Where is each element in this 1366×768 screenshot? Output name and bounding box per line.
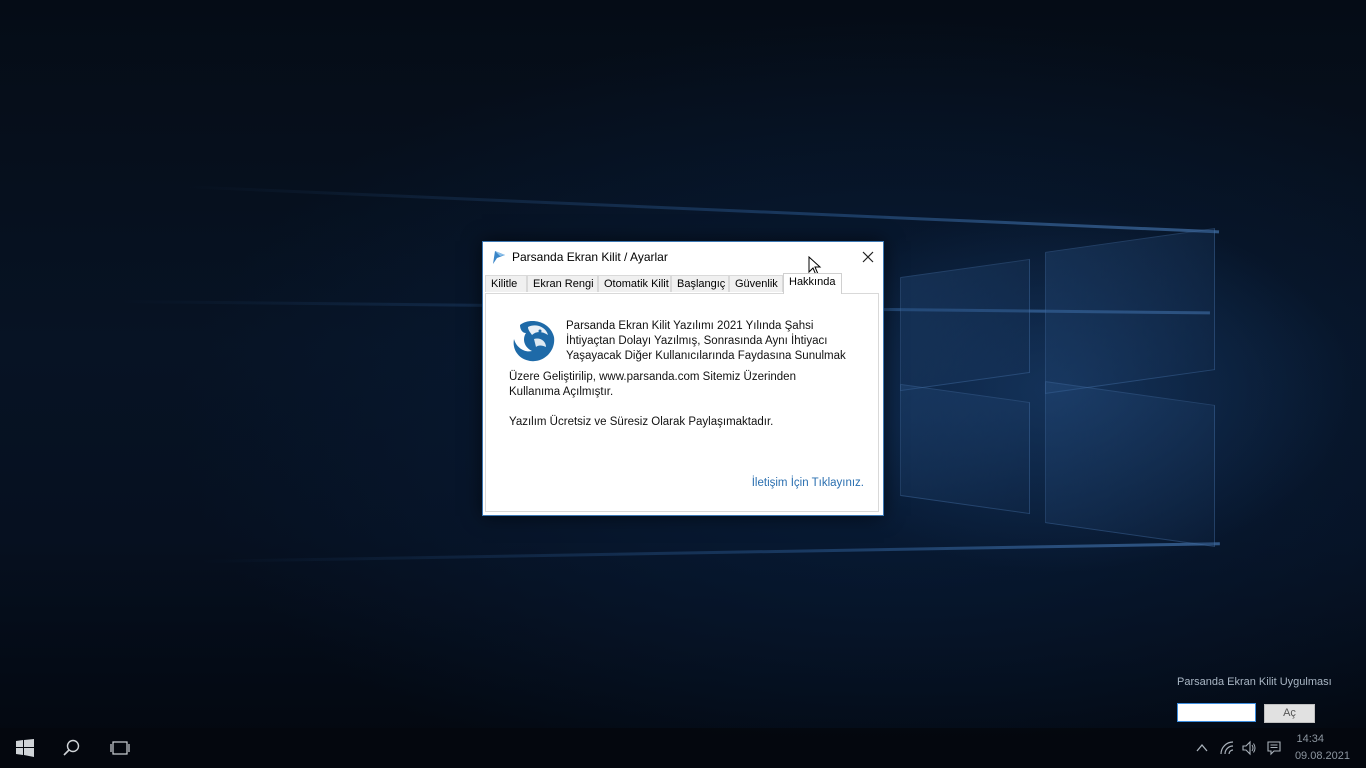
about-line-2: İhtiyaçtan Dolayı Yazılmış, Sonrasında A… (566, 335, 828, 347)
contact-link[interactable]: İletişim İçin Tıklayınız. (752, 477, 864, 489)
clock-time[interactable]: 14:34 (1296, 733, 1324, 745)
close-icon (862, 251, 874, 263)
windows-start-icon[interactable] (15, 738, 35, 758)
tab-kilitle[interactable]: Kilitle (485, 275, 527, 292)
tab-ekran-rengi[interactable]: Ekran Rengi (527, 275, 598, 292)
close-button[interactable] (853, 242, 883, 272)
tab-guvenlik[interactable]: Güvenlik (729, 275, 783, 292)
about-line-1: Parsanda Ekran Kilit Yazılımı 2021 Yılın… (566, 320, 814, 332)
volume-icon[interactable] (1241, 740, 1257, 756)
tab-hakkinda[interactable]: Hakkında (783, 273, 842, 294)
about-free-text: Yazılım Ücretsiz ve Süresiz Olarak Payla… (509, 416, 774, 428)
password-input[interactable] (1177, 703, 1256, 722)
clock-date[interactable]: 09.08.2021 (1295, 750, 1350, 762)
wallpaper-light-beam (199, 542, 1220, 563)
about-line-4: Üzere Geliştirilip, www.parsanda.com Sit… (509, 371, 796, 383)
task-view-icon[interactable] (110, 738, 130, 758)
notification-icon[interactable] (1266, 740, 1282, 756)
chevron-up-icon[interactable] (1194, 740, 1210, 756)
wallpaper-logo-pane (1045, 381, 1215, 547)
network-icon[interactable] (1219, 740, 1235, 756)
settings-dialog: Parsanda Ekran Kilit / Ayarlar Kilitle E… (482, 241, 884, 516)
tab-otomatik-kilit[interactable]: Otomatik Kilit (598, 275, 671, 292)
title-bar[interactable]: Parsanda Ekran Kilit / Ayarlar (483, 242, 883, 272)
about-panel: Parsanda Ekran Kilit Yazılımı 2021 Yılın… (485, 293, 879, 512)
wallpaper-logo-pane (1045, 228, 1215, 394)
app-logo-icon (513, 321, 555, 362)
about-line-5: Kullanıma Açılmıştır. (509, 386, 614, 398)
wallpaper-light-beam (179, 185, 1220, 234)
wallpaper-logo-pane (900, 258, 1030, 392)
tab-strip: Kilitle Ekran Rengi Otomatik Kilit Başla… (485, 273, 881, 294)
search-icon[interactable] (62, 738, 82, 758)
wallpaper-logo-pane (900, 383, 1030, 515)
taskbar (0, 728, 1366, 768)
widget-label: Parsanda Ekran Kilit Uygulması (1177, 676, 1332, 688)
window-title: Parsanda Ekran Kilit / Ayarlar (512, 250, 668, 264)
tab-baslangic[interactable]: Başlangıç (671, 275, 729, 292)
about-line-3: Yaşayacak Diğer Kullanıcılarında Faydası… (566, 350, 846, 362)
open-button[interactable]: Aç (1264, 704, 1315, 723)
app-flag-icon (493, 251, 505, 264)
